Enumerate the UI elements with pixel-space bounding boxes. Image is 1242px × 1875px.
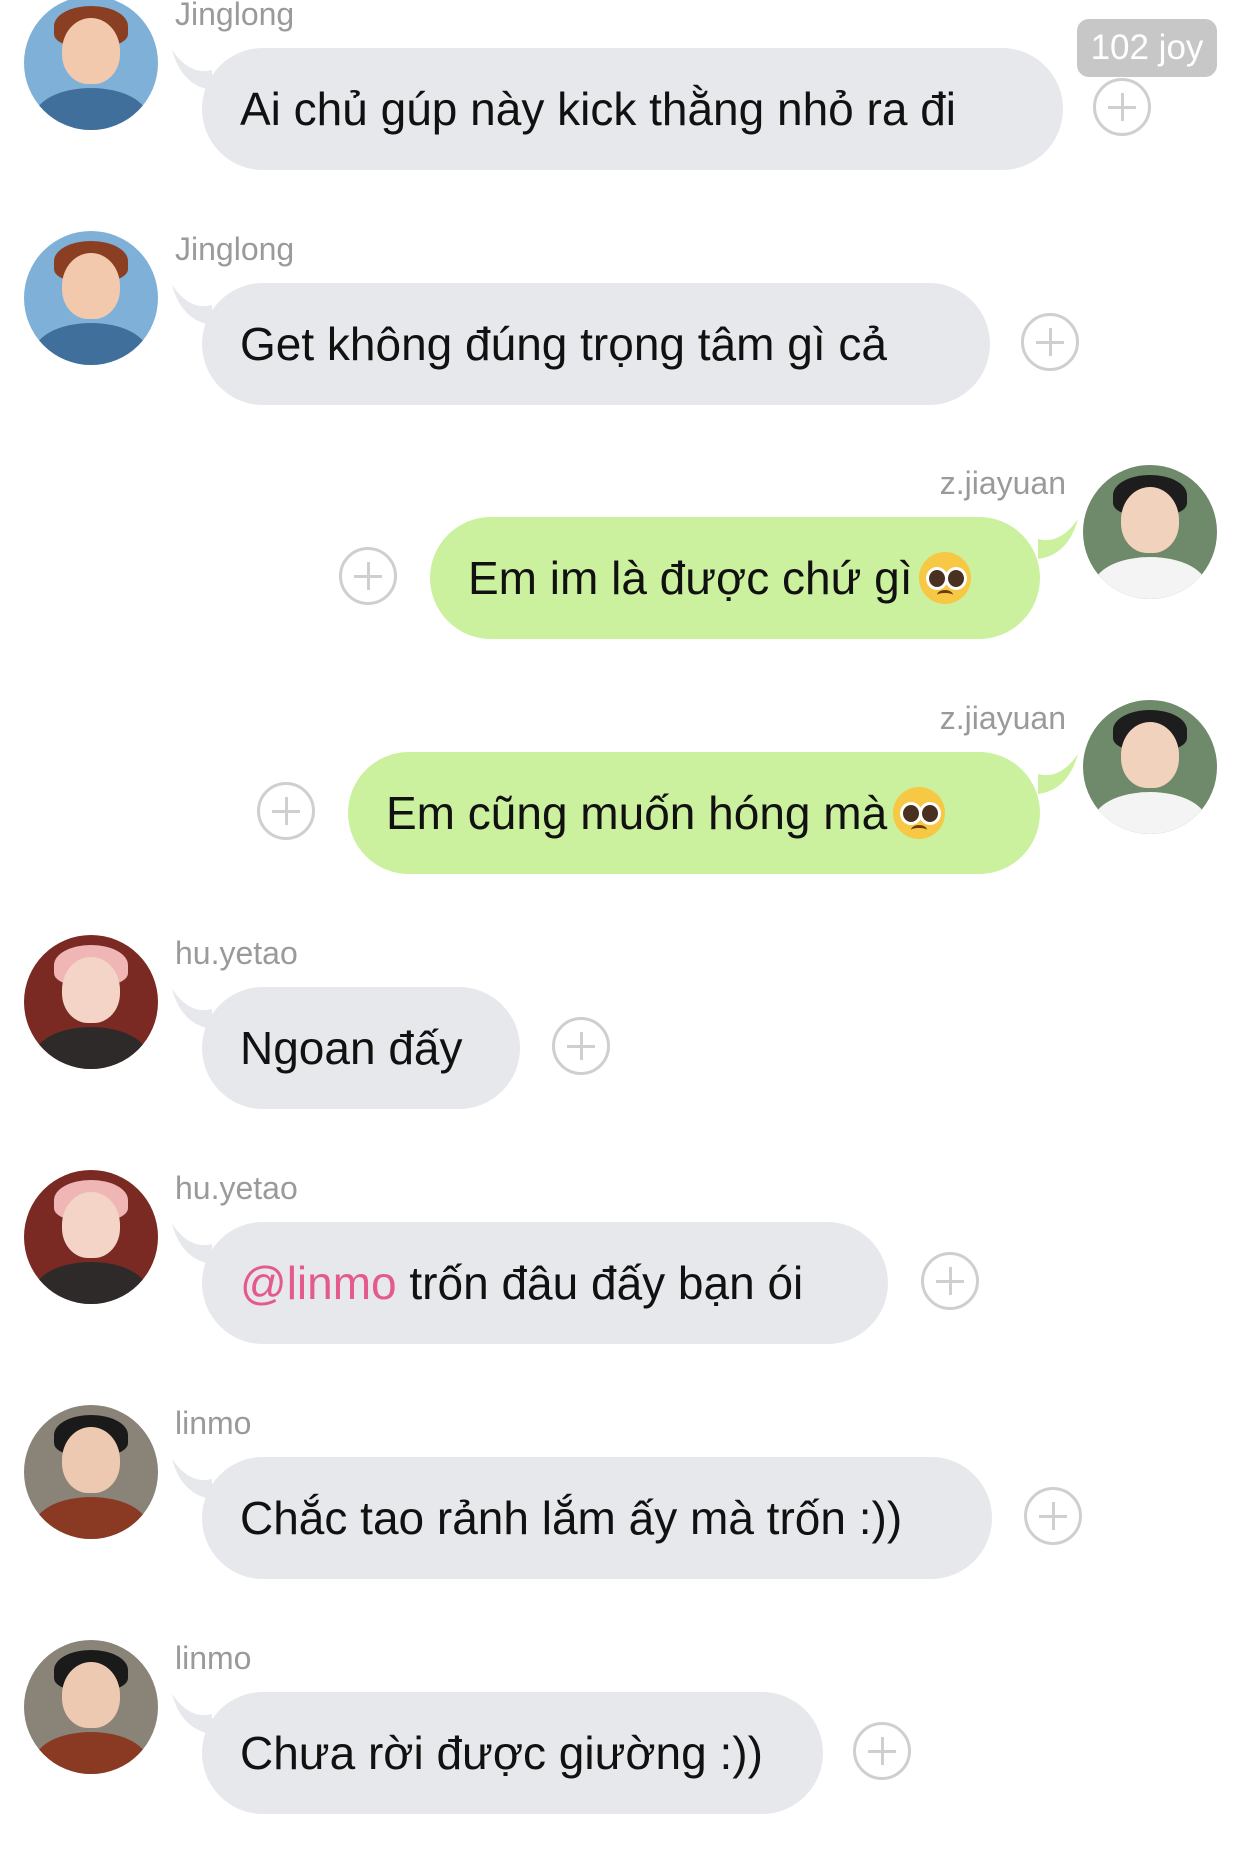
message-row: hu.yetao @linmo trốn đâu đấy bạn ói [0, 1170, 1242, 1405]
message-bubble[interactable]: @linmo trốn đâu đấy bạn ói [202, 1222, 888, 1344]
plus-circle-icon[interactable] [339, 547, 397, 605]
sender-name: linmo [175, 1640, 252, 1676]
plus-circle-icon[interactable] [921, 1252, 979, 1310]
pleading-face-icon [918, 551, 971, 604]
linmo-avatar[interactable] [24, 1640, 158, 1774]
message-text: Em cũng muốn hóng mà [386, 787, 888, 839]
sender-name: hu.yetao [175, 935, 298, 971]
sender-name: z.jiayuan [939, 465, 1066, 501]
pleading-face-icon [893, 786, 946, 839]
mention-link[interactable]: @linmo [240, 1257, 397, 1309]
yetao-avatar[interactable] [24, 1170, 158, 1304]
plus-circle-icon[interactable] [853, 1722, 911, 1780]
message-bubble[interactable]: Ai chủ gúp này kick thằng nhỏ ra đi [202, 48, 1063, 170]
message-row: hu.yetao Ngoan đấy [0, 935, 1242, 1170]
yetao-avatar[interactable] [24, 935, 158, 1069]
message-text: trốn đâu đấy bạn ói [396, 1257, 804, 1309]
sender-name: z.jiayuan [939, 700, 1066, 736]
bubble-tail [1038, 754, 1078, 794]
message-row: linmo Chắc tao rảnh lắm ấy mà trốn :)) [0, 1405, 1242, 1640]
linmo-avatar[interactable] [24, 1405, 158, 1539]
message-bubble[interactable]: Chưa rời được giường :)) [202, 1692, 823, 1814]
message-text: Get không đúng trọng tâm gì cả [240, 318, 887, 370]
jinglong-avatar[interactable] [24, 0, 158, 130]
message-bubble[interactable]: Ngoan đấy [202, 987, 520, 1109]
bubble-tail [1038, 519, 1078, 559]
message-row: Jinglong Ai chủ gúp này kick thằng nhỏ r… [0, 0, 1242, 231]
message-row: Jinglong Get không đúng trọng tâm gì cả [0, 231, 1242, 466]
plus-circle-icon[interactable] [1021, 313, 1079, 371]
message-text: Ngoan đấy [240, 1022, 463, 1074]
sender-name: hu.yetao [175, 1170, 298, 1206]
message-text: Chắc tao rảnh lắm ấy mà trốn :)) [240, 1492, 903, 1544]
message-bubble[interactable]: Em cũng muốn hóng mà [348, 752, 1040, 874]
message-bubble[interactable]: Get không đúng trọng tâm gì cả [202, 283, 990, 405]
message-row: linmo Chưa rời được giường :)) [0, 1640, 1242, 1875]
plus-circle-icon[interactable] [257, 782, 315, 840]
plus-circle-icon[interactable] [552, 1017, 610, 1075]
sender-name: Jinglong [175, 0, 295, 32]
jinglong-avatar[interactable] [24, 231, 158, 365]
message-text: Ai chủ gúp này kick thằng nhỏ ra đi [240, 83, 957, 135]
message-text: Em im là được chứ gì [468, 552, 913, 604]
sender-name: linmo [175, 1405, 252, 1441]
message-text: Chưa rời được giường :)) [240, 1727, 763, 1779]
message-bubble[interactable]: Chắc tao rảnh lắm ấy mà trốn :)) [202, 1457, 992, 1579]
message-bubble[interactable]: Em im là được chứ gì [430, 517, 1040, 639]
plus-circle-icon[interactable] [1024, 1487, 1082, 1545]
jiayuan-avatar[interactable] [1083, 465, 1217, 599]
message-row: z.jiayuan Em cũng muốn hóng mà [0, 700, 1242, 935]
sender-name: Jinglong [175, 231, 295, 267]
message-row: z.jiayuan Em im là được chứ gì [0, 465, 1242, 700]
plus-circle-icon[interactable] [1093, 78, 1151, 136]
jiayuan-avatar[interactable] [1083, 700, 1217, 834]
